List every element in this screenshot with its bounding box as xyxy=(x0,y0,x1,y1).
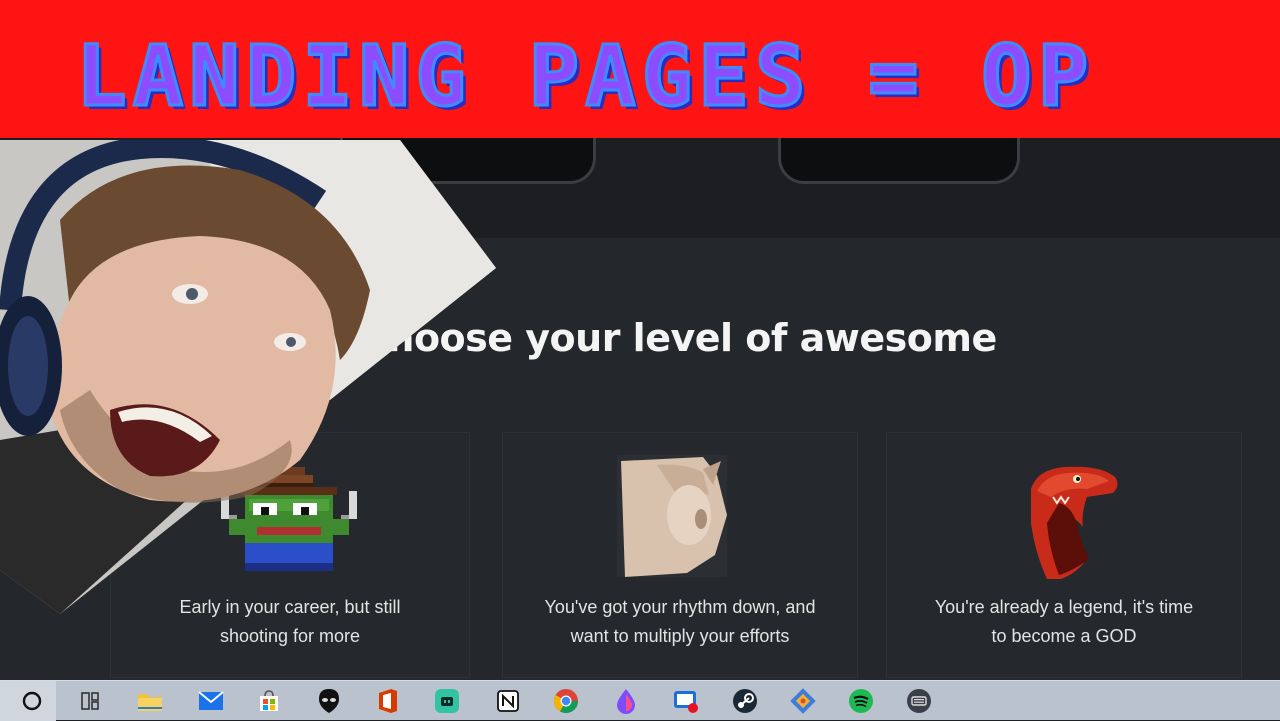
task-view-icon[interactable] xyxy=(74,685,106,717)
tier-description: You've got your rhythm down, and want to… xyxy=(503,593,857,651)
title-banner: LANDING PAGES = OP xyxy=(0,0,1280,138)
keyboard-icon[interactable] xyxy=(903,685,935,717)
banner-title: LANDING PAGES = OP xyxy=(74,26,1095,127)
streamlabs-icon[interactable] xyxy=(431,685,463,717)
screaming-raptor-image xyxy=(1031,466,1118,579)
office-icon[interactable] xyxy=(372,685,404,717)
store-icon[interactable] xyxy=(253,685,285,717)
webcam-overlay xyxy=(0,140,496,614)
tier-line-2: to become a GOD xyxy=(991,626,1137,646)
tier-card-mid[interactable]: You've got your rhythm down, and want to… xyxy=(502,432,858,678)
tier-description: You're already a legend, it's time to be… xyxy=(887,593,1241,651)
tier-card-legend[interactable]: You're already a legend, it's time to be… xyxy=(886,432,1242,678)
notion-icon[interactable] xyxy=(492,685,524,717)
tier-line-1: You've got your rhythm down, and xyxy=(544,597,816,617)
alienware-icon[interactable] xyxy=(313,685,345,717)
cat-face-image xyxy=(617,455,727,577)
windows-taskbar xyxy=(0,680,1280,721)
steam-icon[interactable] xyxy=(729,685,761,717)
tier-line-2: want to multiply your efforts xyxy=(570,626,790,646)
git-app-icon[interactable] xyxy=(787,685,819,717)
tier-line-1: You're already a legend, it's time xyxy=(934,597,1194,617)
search-circle-icon[interactable] xyxy=(16,685,48,717)
tier-line-2: shooting for more xyxy=(219,626,361,646)
file-explorer-icon[interactable] xyxy=(134,685,166,717)
photos-app-icon[interactable] xyxy=(670,685,702,717)
droplet-app-icon[interactable] xyxy=(610,685,642,717)
chrome-icon[interactable] xyxy=(550,685,582,717)
spotify-icon[interactable] xyxy=(845,685,877,717)
mail-icon[interactable] xyxy=(195,685,227,717)
